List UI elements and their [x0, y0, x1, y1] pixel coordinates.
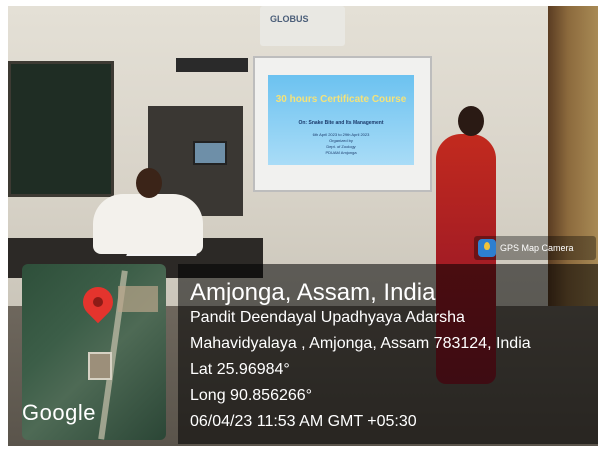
standing-woman-head: [458, 106, 484, 136]
map-building-block: [118, 286, 158, 312]
gps-address-line-1: Pandit Deendayal Upadhyaya Adarsha: [190, 309, 465, 326]
google-watermark: Google: [22, 400, 96, 425]
air-conditioner: [260, 6, 345, 46]
laptop: [193, 141, 227, 165]
gps-logo-dot: [484, 242, 490, 250]
slide-dept: Dept. of Zoology: [326, 144, 356, 149]
ac-brand-label: GLOBUS: [270, 14, 309, 24]
seated-man-head: [136, 168, 162, 198]
slide-college: PDUAM Amjonga: [325, 150, 357, 155]
gps-place-name: Amjonga, Assam, India: [190, 279, 436, 306]
photo-frame: GLOBUS 30 hours Certificate Course On: S…: [0, 0, 610, 454]
location-pin-center: [93, 297, 103, 307]
gps-longitude: Long 90.856266°: [190, 387, 313, 404]
projector: [176, 58, 248, 72]
slide-organized: Organized by: [329, 138, 353, 143]
map-campus-building: [88, 352, 112, 380]
wooden-door: [548, 6, 598, 306]
slide-dates: 6th April 2023 to 29th April 2023: [312, 132, 370, 137]
gps-address-line-2: Mahavidyalaya , Amjonga, Assam 783124, I…: [190, 335, 531, 352]
blackboard: [8, 61, 114, 197]
left-border: [0, 0, 8, 454]
slide-subtitle: On: Snake Bite and Its Management: [298, 120, 384, 126]
gps-datetime: 06/04/23 11:53 AM GMT +05:30: [190, 413, 417, 430]
gps-app-label: GPS Map Camera: [500, 243, 574, 253]
slide-title: 30 hours Certificate Course: [275, 94, 407, 105]
gps-latitude: Lat 25.96984°: [190, 361, 290, 378]
seated-man: [93, 194, 203, 254]
